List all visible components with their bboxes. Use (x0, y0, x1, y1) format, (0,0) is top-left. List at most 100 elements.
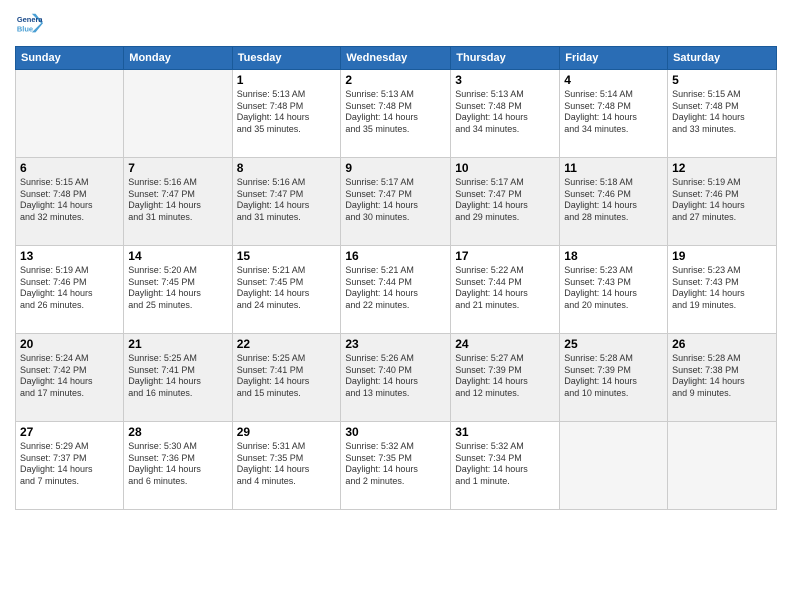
cell-line: and 33 minutes. (672, 124, 772, 136)
day-number: 11 (564, 161, 663, 175)
cell-line: Daylight: 14 hours (672, 200, 772, 212)
cell-line: Daylight: 14 hours (237, 200, 337, 212)
calendar-cell: 30Sunrise: 5:32 AMSunset: 7:35 PMDayligh… (341, 422, 451, 510)
cell-line: Sunset: 7:42 PM (20, 365, 119, 377)
day-number: 19 (672, 249, 772, 263)
day-number: 24 (455, 337, 555, 351)
cell-line: Daylight: 14 hours (564, 376, 663, 388)
cell-line: and 22 minutes. (345, 300, 446, 312)
weekday-header-wednesday: Wednesday (341, 47, 451, 70)
logo: General Blue (15, 10, 47, 38)
logo-icon: General Blue (15, 10, 43, 38)
cell-line: Sunrise: 5:16 AM (128, 177, 227, 189)
cell-line: Sunrise: 5:23 AM (564, 265, 663, 277)
day-number: 16 (345, 249, 446, 263)
calendar-cell: 15Sunrise: 5:21 AMSunset: 7:45 PMDayligh… (232, 246, 341, 334)
cell-line: Sunset: 7:39 PM (564, 365, 663, 377)
calendar-cell: 29 Sunrise: 5:31 AMSunset: 7:35 PMDayligh… (232, 422, 341, 510)
day-number: 29 (237, 425, 337, 439)
cell-line: Daylight: 14 hours (20, 376, 119, 388)
cell-line: Daylight: 14 hours (345, 376, 446, 388)
cell-line: Sunset: 7:35 PM (237, 453, 337, 465)
cell-line: and 26 minutes. (20, 300, 119, 312)
cell-line: Daylight: 14 hours (455, 464, 555, 476)
cell-line: Sunrise: 5:28 AM (564, 353, 663, 365)
cell-line: Daylight: 14 hours (128, 288, 227, 300)
cell-line: Sunset: 7:45 PM (237, 277, 337, 289)
cell-line: Sunrise: 5:13 AM (455, 89, 555, 101)
cell-line: and 2 minutes. (345, 476, 446, 488)
cell-line: and 32 minutes. (20, 212, 119, 224)
day-number: 8 (237, 161, 337, 175)
cell-line: Sunrise: 5:23 AM (672, 265, 772, 277)
cell-line: Sunrise: 5:16 AM (237, 177, 337, 189)
cell-line: Daylight: 14 hours (20, 464, 119, 476)
cell-line: Sunset: 7:46 PM (672, 189, 772, 201)
cell-line: Sunset: 7:38 PM (672, 365, 772, 377)
cell-line: Sunrise: 5:17 AM (345, 177, 446, 189)
cell-line: and 15 minutes. (237, 388, 337, 400)
day-number: 31 (455, 425, 555, 439)
cell-line: Daylight: 14 hours (345, 112, 446, 124)
calendar-cell: 1Sunrise: 5:13 AMSunset: 7:48 PMDaylight… (232, 70, 341, 158)
cell-line: Sunset: 7:48 PM (345, 101, 446, 113)
cell-line: Sunset: 7:36 PM (128, 453, 227, 465)
day-number: 20 (20, 337, 119, 351)
calendar-cell: 10Sunrise: 5:17 AMSunset: 7:47 PMDayligh… (451, 158, 560, 246)
cell-line: Sunrise: 5:25 AM (128, 353, 227, 365)
calendar-cell (16, 70, 124, 158)
day-number: 12 (672, 161, 772, 175)
calendar-cell: 13Sunrise: 5:19 AMSunset: 7:46 PMDayligh… (16, 246, 124, 334)
day-number: 4 (564, 73, 663, 87)
cell-line: Sunset: 7:47 PM (345, 189, 446, 201)
calendar-row-3: 13Sunrise: 5:19 AMSunset: 7:46 PMDayligh… (16, 246, 777, 334)
cell-line: and 25 minutes. (128, 300, 227, 312)
cell-line: Sunset: 7:43 PM (564, 277, 663, 289)
cell-line: Sunset: 7:44 PM (345, 277, 446, 289)
calendar-cell: 18Sunrise: 5:23 AMSunset: 7:43 PMDayligh… (560, 246, 668, 334)
cell-line: Sunset: 7:47 PM (455, 189, 555, 201)
cell-line: Daylight: 14 hours (455, 112, 555, 124)
cell-line: Sunrise: 5:25 AM (237, 353, 337, 365)
cell-line: Sunrise: 5:30 AM (128, 441, 227, 453)
cell-line: Sunset: 7:48 PM (237, 101, 337, 113)
day-number: 17 (455, 249, 555, 263)
calendar-row-2: 6Sunrise: 5:15 AMSunset: 7:48 PMDaylight… (16, 158, 777, 246)
weekday-header-monday: Monday (124, 47, 232, 70)
cell-line: Sunrise: 5:21 AM (345, 265, 446, 277)
cell-line: Sunrise: 5:32 AM (455, 441, 555, 453)
cell-line: Sunrise: 5:21 AM (237, 265, 337, 277)
cell-line: and 27 minutes. (672, 212, 772, 224)
cell-line: Daylight: 14 hours (345, 288, 446, 300)
cell-line: and 21 minutes. (455, 300, 555, 312)
calendar-cell: 3Sunrise: 5:13 AMSunset: 7:48 PMDaylight… (451, 70, 560, 158)
cell-line: Daylight: 14 hours (20, 200, 119, 212)
cell-line: and 20 minutes. (564, 300, 663, 312)
cell-line: Daylight: 14 hours (564, 288, 663, 300)
calendar-table: SundayMondayTuesdayWednesdayThursdayFrid… (15, 46, 777, 510)
weekday-header-sunday: Sunday (16, 47, 124, 70)
cell-line: Daylight: 14 hours (237, 464, 337, 476)
cell-line: Sunrise: 5:32 AM (345, 441, 446, 453)
svg-text:Blue: Blue (17, 24, 33, 33)
cell-line: Sunset: 7:41 PM (128, 365, 227, 377)
day-number: 1 (237, 73, 337, 87)
cell-line: Sunrise: 5:19 AM (672, 177, 772, 189)
day-number: 14 (128, 249, 227, 263)
cell-line: and 10 minutes. (564, 388, 663, 400)
cell-line: Sunset: 7:48 PM (564, 101, 663, 113)
cell-line: Sunset: 7:48 PM (455, 101, 555, 113)
day-number: 2 (345, 73, 446, 87)
cell-line: Daylight: 14 hours (672, 288, 772, 300)
cell-line: Sunset: 7:47 PM (128, 189, 227, 201)
calendar-cell: 31Sunrise: 5:32 AMSunset: 7:34 PMDayligh… (451, 422, 560, 510)
cell-line: Daylight: 14 hours (455, 200, 555, 212)
cell-line: Daylight: 14 hours (455, 288, 555, 300)
cell-line: and 12 minutes. (455, 388, 555, 400)
day-number: 10 (455, 161, 555, 175)
cell-line: Daylight: 14 hours (672, 376, 772, 388)
svg-text:General: General (17, 15, 43, 24)
cell-line: Daylight: 14 hours (237, 112, 337, 124)
cell-line: Sunrise: 5:31 AM (237, 441, 337, 453)
calendar-cell: 27Sunrise: 5:29 AMSunset: 7:37 PMDayligh… (16, 422, 124, 510)
